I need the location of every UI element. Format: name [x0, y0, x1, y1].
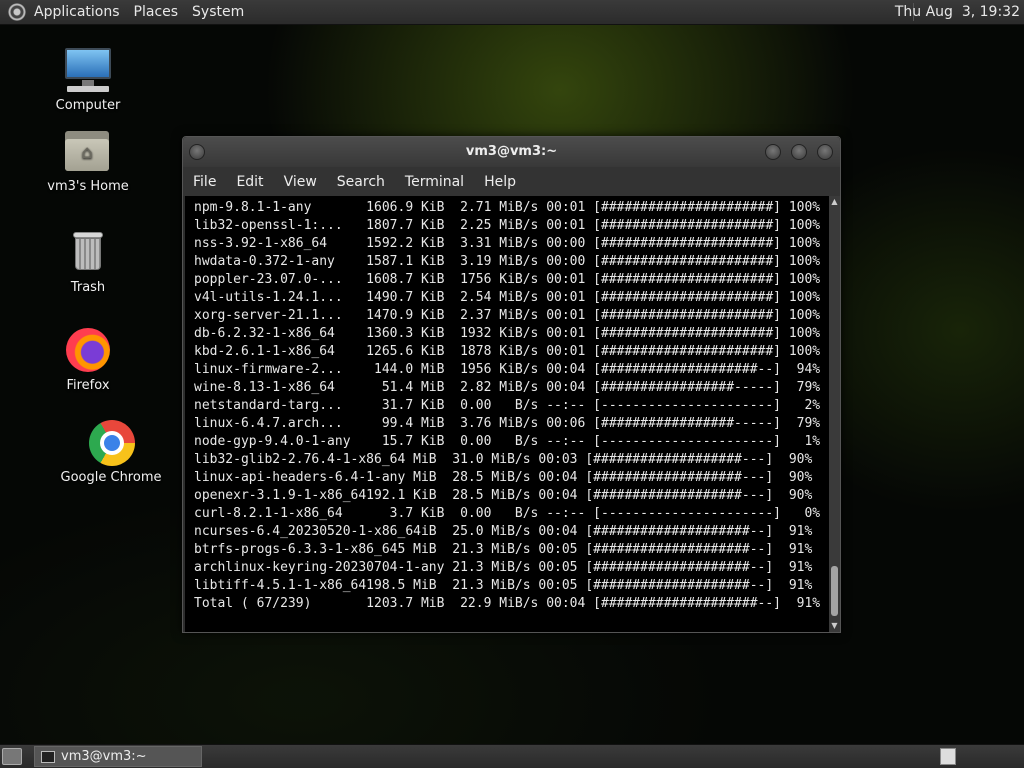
desktop-icon-label: vm3's Home [47, 179, 129, 194]
clock[interactable]: Thu Aug 3, 19:32 [895, 4, 1020, 20]
menu-view[interactable]: View [284, 174, 317, 190]
scrollbar[interactable]: ▲ ▼ [829, 196, 840, 632]
terminal-icon [41, 750, 55, 763]
desktop-icon-label: Google Chrome [60, 470, 162, 485]
terminal-line: openexr-3.1.9-1-x86_64192.1 KiB 28.5 MiB… [194, 488, 813, 503]
terminal-line: kbd-2.6.1-1-x86_64 1265.6 KiB 1878 KiB/s… [194, 344, 821, 359]
terminal-line: Total ( 67/239) 1203.7 MiB 22.9 MiB/s 00… [194, 596, 821, 611]
terminal-line: archlinux-keyring-20230704-1-any 21.3 Mi… [194, 560, 813, 575]
trash-icon [63, 228, 113, 276]
desktop-icon-computer[interactable]: Computer [28, 46, 148, 113]
terminal-line: hwdata-0.372-1-any 1587.1 KiB 3.19 MiB/s… [194, 254, 821, 269]
terminal-line: nss-3.92-1-x86_64 1592.2 KiB 3.31 MiB/s … [194, 236, 821, 251]
menu-help[interactable]: Help [484, 174, 516, 190]
chrome-icon [86, 418, 136, 466]
terminal-line: curl-8.2.1-1-x86_64 3.7 KiB 0.00 B/s --:… [194, 506, 821, 521]
scroll-down-icon[interactable]: ▼ [829, 620, 840, 632]
menu-file[interactable]: File [193, 174, 216, 190]
terminal-line: lib32-glib2-2.76.4-1-x86_64 MiB 31.0 MiB… [194, 452, 813, 467]
firefox-icon [63, 326, 113, 374]
terminal-line: netstandard-targ... 31.7 KiB 0.00 B/s --… [194, 398, 821, 413]
minimize-button[interactable] [765, 144, 781, 160]
desktop-icon-chrome[interactable]: Google Chrome [51, 418, 171, 485]
terminal-line: db-6.2.32-1-x86_64 1360.3 KiB 1932 KiB/s… [194, 326, 821, 341]
terminal-line: linux-api-headers-6.4-1-any MiB 28.5 MiB… [194, 470, 813, 485]
desktop-icon-label: Firefox [66, 378, 110, 393]
system-menu[interactable]: System [192, 4, 244, 20]
terminal-line: btrfs-progs-6.3.3-1-x86_645 MiB 21.3 MiB… [194, 542, 813, 557]
taskbar-item-terminal[interactable]: vm3@vm3:~ [34, 746, 202, 767]
terminal-line: libtiff-4.5.1-1-x86_64198.5 MiB 21.3 MiB… [194, 578, 813, 593]
terminal-lines: npm-9.8.1-1-any 1606.9 KiB 2.71 MiB/s 00… [194, 199, 820, 613]
terminal-line: wine-8.13-1-x86_64 51.4 MiB 2.82 MiB/s 0… [194, 380, 821, 395]
terminal-menubar: File Edit View Search Terminal Help [183, 167, 840, 196]
terminal-output[interactable]: npm-9.8.1-1-any 1606.9 KiB 2.71 MiB/s 00… [185, 196, 829, 632]
menu-edit[interactable]: Edit [236, 174, 263, 190]
terminal-window: vm3@vm3:~ File Edit View Search Terminal… [182, 136, 841, 633]
applications-menu[interactable]: Applications [34, 4, 120, 20]
terminal-line: linux-6.4.7.arch... 99.4 MiB 3.76 MiB/s … [194, 416, 821, 431]
terminal-line: npm-9.8.1-1-any 1606.9 KiB 2.71 MiB/s 00… [194, 200, 821, 215]
bottom-panel: vm3@vm3:~ [0, 744, 1024, 768]
terminal-line: linux-firmware-2... 144.0 MiB 1956 KiB/s… [194, 362, 821, 377]
desktop-icon-label: Trash [70, 280, 106, 295]
distro-logo-icon[interactable] [8, 3, 26, 21]
window-titlebar[interactable]: vm3@vm3:~ [183, 137, 840, 167]
scroll-up-icon[interactable]: ▲ [829, 196, 840, 208]
terminal-line: node-gyp-9.4.0-1-any 15.7 KiB 0.00 B/s -… [194, 434, 821, 449]
desktop-icon-label: Computer [55, 98, 121, 113]
close-button[interactable] [817, 144, 833, 160]
top-panel: Applications Places System Thu Aug 3, 19… [0, 0, 1024, 25]
desktop-icon-firefox[interactable]: Firefox [28, 326, 148, 393]
window-title: vm3@vm3:~ [465, 144, 558, 159]
menu-search[interactable]: Search [337, 174, 385, 190]
scroll-thumb[interactable] [831, 566, 838, 616]
terminal-line: lib32-openssl-1:... 1807.7 KiB 2.25 MiB/… [194, 218, 821, 233]
workspace-switcher[interactable] [940, 748, 956, 765]
terminal-line: xorg-server-21.1... 1470.9 KiB 2.37 MiB/… [194, 308, 821, 323]
desktop-icon-home[interactable]: ⌂ vm3's Home [28, 127, 148, 194]
show-desktop-icon[interactable] [2, 748, 22, 765]
taskbar-item-label: vm3@vm3:~ [61, 749, 147, 764]
menu-terminal[interactable]: Terminal [405, 174, 464, 190]
desktop-icon-trash[interactable]: Trash [28, 228, 148, 295]
terminal-line: v4l-utils-1.24.1... 1490.7 KiB 2.54 MiB/… [194, 290, 821, 305]
terminal-line: poppler-23.07.0-... 1608.7 KiB 1756 KiB/… [194, 272, 821, 287]
places-menu[interactable]: Places [134, 4, 179, 20]
computer-icon [63, 46, 113, 94]
home-folder-icon: ⌂ [63, 127, 113, 175]
maximize-button[interactable] [791, 144, 807, 160]
terminal-line: ncurses-6.4_20230520-1-x86_64iB 25.0 MiB… [194, 524, 813, 539]
